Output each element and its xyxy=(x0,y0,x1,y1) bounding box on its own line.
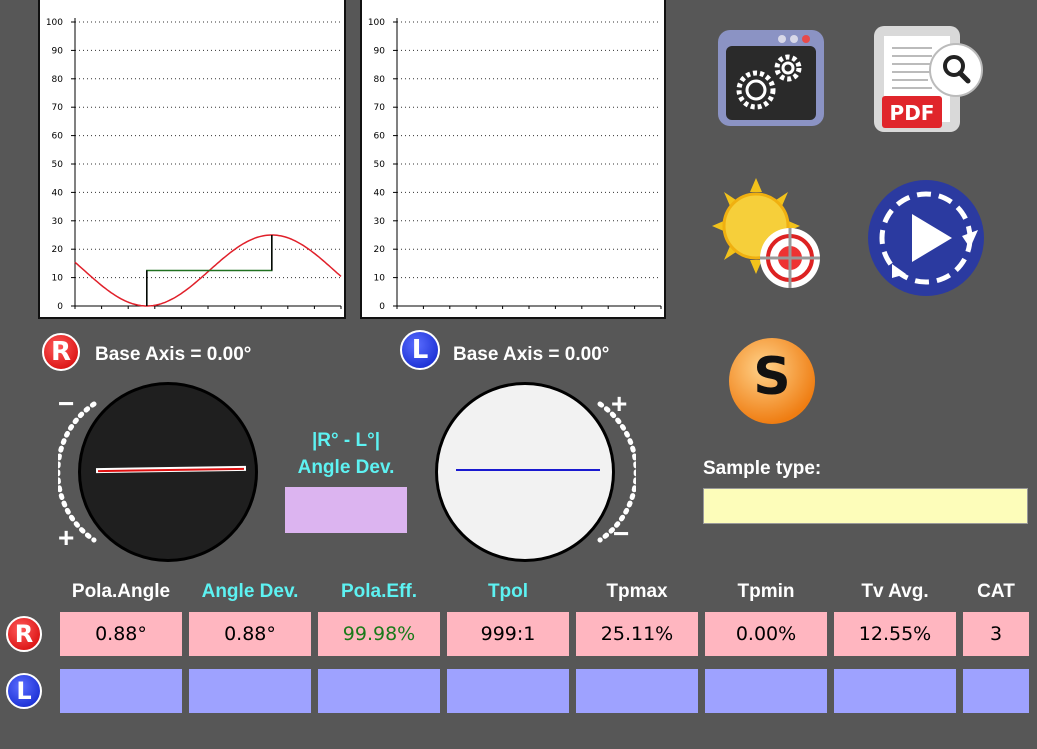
angle-dev-formula: |R° - L°| xyxy=(311,430,381,451)
y-tick-label: 80 xyxy=(52,75,64,85)
y-tick-label: 20 xyxy=(374,245,386,255)
angle-dev-title: Angle Dev. xyxy=(297,457,395,478)
header-tpol: Tpol xyxy=(487,581,529,602)
y-tick-label: 10 xyxy=(374,274,386,284)
chart-r-plot: 1009080706050403020100 xyxy=(46,18,342,312)
pdf-search-icon[interactable]: PDF xyxy=(870,24,986,136)
right-row-badge: R xyxy=(6,616,42,652)
left-dial-plus-button[interactable]: + xyxy=(611,390,627,418)
right-dial-plus-button[interactable]: + xyxy=(58,524,74,552)
chart-l-plot: 1009080706050403020100 xyxy=(368,18,662,312)
y-tick-label: 10 xyxy=(52,274,64,284)
right-pola-angle-value: 0.88° xyxy=(60,612,182,656)
left-pola-eff-value xyxy=(318,669,440,713)
right-dial-minus-button[interactable]: − xyxy=(58,390,74,418)
chart-l: 100 90 80 70 60 50 40 30 20 10 0 xyxy=(360,0,666,319)
left-eye-badge: L xyxy=(400,330,440,370)
right-angle-dev-value: 0.88° xyxy=(189,612,311,656)
right-base-axis-label: Base Axis = 0.00° xyxy=(95,344,252,365)
sun-target-icon[interactable] xyxy=(712,178,828,294)
svg-text:PDF: PDF xyxy=(890,101,935,125)
y-tick-label: 20 xyxy=(52,245,64,255)
right-tpmax-value: 25.11% xyxy=(576,612,698,656)
left-angle-dev-value xyxy=(189,669,311,713)
y-tick-label: 90 xyxy=(374,46,386,56)
left-row-badge: L xyxy=(6,673,42,709)
left-tpol-value xyxy=(447,669,569,713)
left-axis-line xyxy=(456,469,600,471)
header-cat: CAT xyxy=(977,581,1015,602)
sample-type-label: Sample type: xyxy=(703,458,822,479)
y-tick-label: 100 xyxy=(368,18,385,28)
y-tick-label: 90 xyxy=(52,46,64,56)
y-tick-label: 60 xyxy=(374,132,386,142)
angle-dev-value-box xyxy=(285,487,407,533)
right-cat-value: 3 xyxy=(963,612,1029,656)
left-base-axis-label: Base Axis = 0.00° xyxy=(453,344,610,365)
y-tick-label: 50 xyxy=(52,160,64,170)
right-eye-badge: R xyxy=(42,333,80,371)
left-polarizer-dial[interactable] xyxy=(435,382,615,562)
header-tpmax: Tpmax xyxy=(606,581,668,602)
y-tick-label: 40 xyxy=(52,188,64,198)
settings-gears-icon[interactable] xyxy=(716,28,826,128)
left-tv-avg-value xyxy=(834,669,956,713)
y-tick-label: 40 xyxy=(374,188,386,198)
y-tick-label: 80 xyxy=(374,75,386,85)
header-tv-avg: Tv Avg. xyxy=(861,581,929,602)
right-axis-line xyxy=(95,465,247,474)
right-polarizer-dial[interactable] xyxy=(78,382,258,562)
right-tpol-value: 999:1 xyxy=(447,612,569,656)
header-angle-dev: Angle Dev. xyxy=(201,581,299,602)
y-tick-label: 100 xyxy=(46,18,63,28)
left-tpmin-value xyxy=(705,669,827,713)
y-tick-label: 0 xyxy=(379,302,385,312)
play-refresh-icon[interactable] xyxy=(866,178,986,298)
s-button-label: S xyxy=(753,347,791,407)
series-step-line xyxy=(146,235,273,306)
y-tick-label: 0 xyxy=(57,302,63,312)
left-dial-minus-button[interactable]: − xyxy=(613,520,629,548)
y-tick-label: 70 xyxy=(374,103,386,113)
right-tpmin-value: 0.00% xyxy=(705,612,827,656)
sample-type-input[interactable] xyxy=(703,488,1028,524)
left-tpmax-value xyxy=(576,669,698,713)
right-pola-eff-value: 99.98% xyxy=(318,612,440,656)
y-tick-label: 70 xyxy=(52,103,64,113)
y-tick-label: 30 xyxy=(374,217,386,227)
y-tick-label: 60 xyxy=(52,132,64,142)
header-pola-angle: Pola.Angle xyxy=(71,581,171,602)
right-tv-avg-value: 12.55% xyxy=(834,612,956,656)
left-cat-value xyxy=(963,669,1029,713)
left-pola-angle-value xyxy=(60,669,182,713)
s-button-icon[interactable]: S xyxy=(728,337,816,425)
header-tpmin: Tpmin xyxy=(737,581,795,602)
header-pola-eff: Pola.Eff. xyxy=(340,581,417,602)
y-tick-label: 30 xyxy=(52,217,64,227)
y-tick-label: 50 xyxy=(374,160,386,170)
chart-r: 100 90 80 70 60 50 40 30 20 10 0 xyxy=(38,0,346,319)
